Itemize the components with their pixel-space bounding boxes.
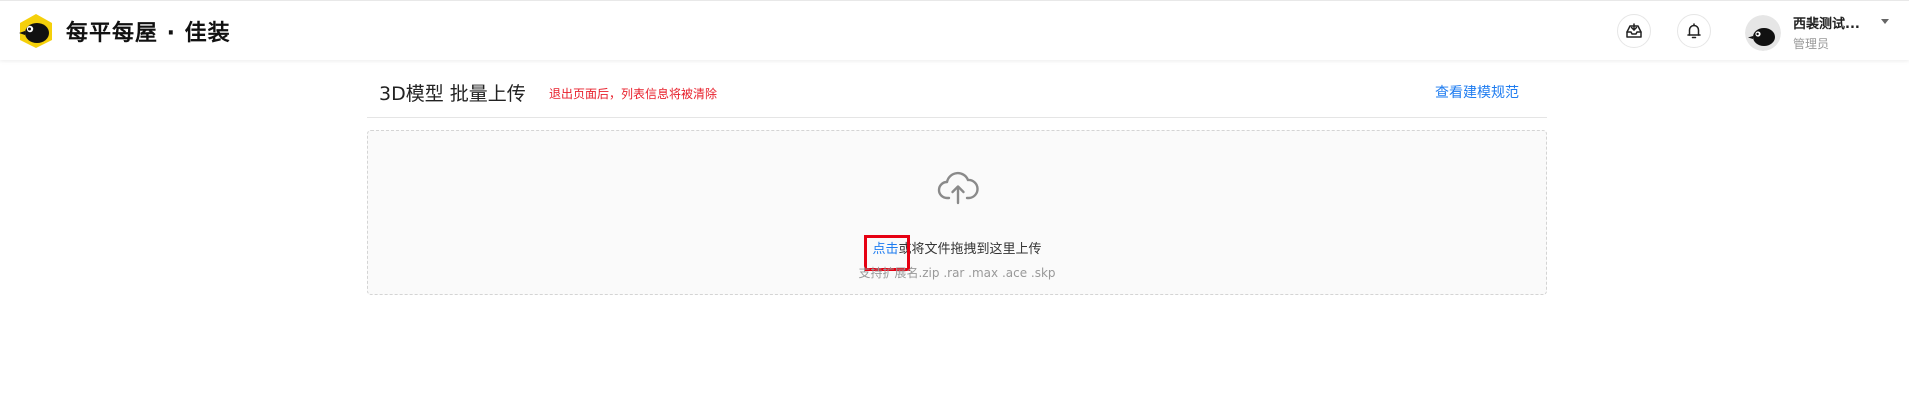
drag-instruction-text: 或将文件拖拽到这里上传 [898, 242, 1042, 257]
supported-extensions-hint: 支持扩展名.zip .rar .max .ace .skp [858, 266, 1056, 280]
cloud-upload-icon [937, 171, 979, 205]
user-menu[interactable]: 西裴测试... 管理员 [1745, 13, 1889, 52]
user-info: 西裴测试... 管理员 [1793, 13, 1860, 52]
clear-warning-text: 退出页面后，列表信息将被清除 [549, 87, 718, 101]
notifications-button[interactable] [1677, 14, 1711, 48]
click-to-upload-link[interactable]: 点击 [872, 242, 898, 257]
brand-logo[interactable]: 每平每屋 · 佳装 [16, 13, 231, 49]
modeling-spec-link[interactable]: 查看建模规范 [1435, 82, 1519, 102]
page-title: 3D模型 批量上传 [379, 83, 526, 105]
chevron-down-icon[interactable] [1881, 19, 1889, 24]
batch-upload-panel: 3D模型 批量上传 退出页面后，列表信息将被清除 查看建模规范 点击或将文件拖拽… [367, 60, 1547, 295]
panel-header: 3D模型 批量上传 退出页面后，列表信息将被清除 查看建模规范 [367, 60, 1547, 118]
user-avatar [1745, 14, 1781, 51]
user-role: 管理员 [1793, 37, 1830, 51]
upload-dropzone[interactable]: 点击或将文件拖拽到这里上传 支持扩展名.zip .rar .max .ace .… [367, 130, 1547, 295]
inbox-button[interactable] [1617, 14, 1651, 48]
brand-name: 每平每屋 · 佳装 [66, 21, 231, 46]
top-navigation-bar: 每平每屋 · 佳装 西裴测试... 管理员 [0, 0, 1909, 60]
bird-logo-icon [19, 14, 52, 48]
inbox-download-icon [1626, 23, 1642, 38]
bell-icon [1687, 23, 1701, 39]
upload-instruction: 点击或将文件拖拽到这里上传 [368, 238, 1546, 257]
user-name: 西裴测试... [1793, 17, 1860, 32]
